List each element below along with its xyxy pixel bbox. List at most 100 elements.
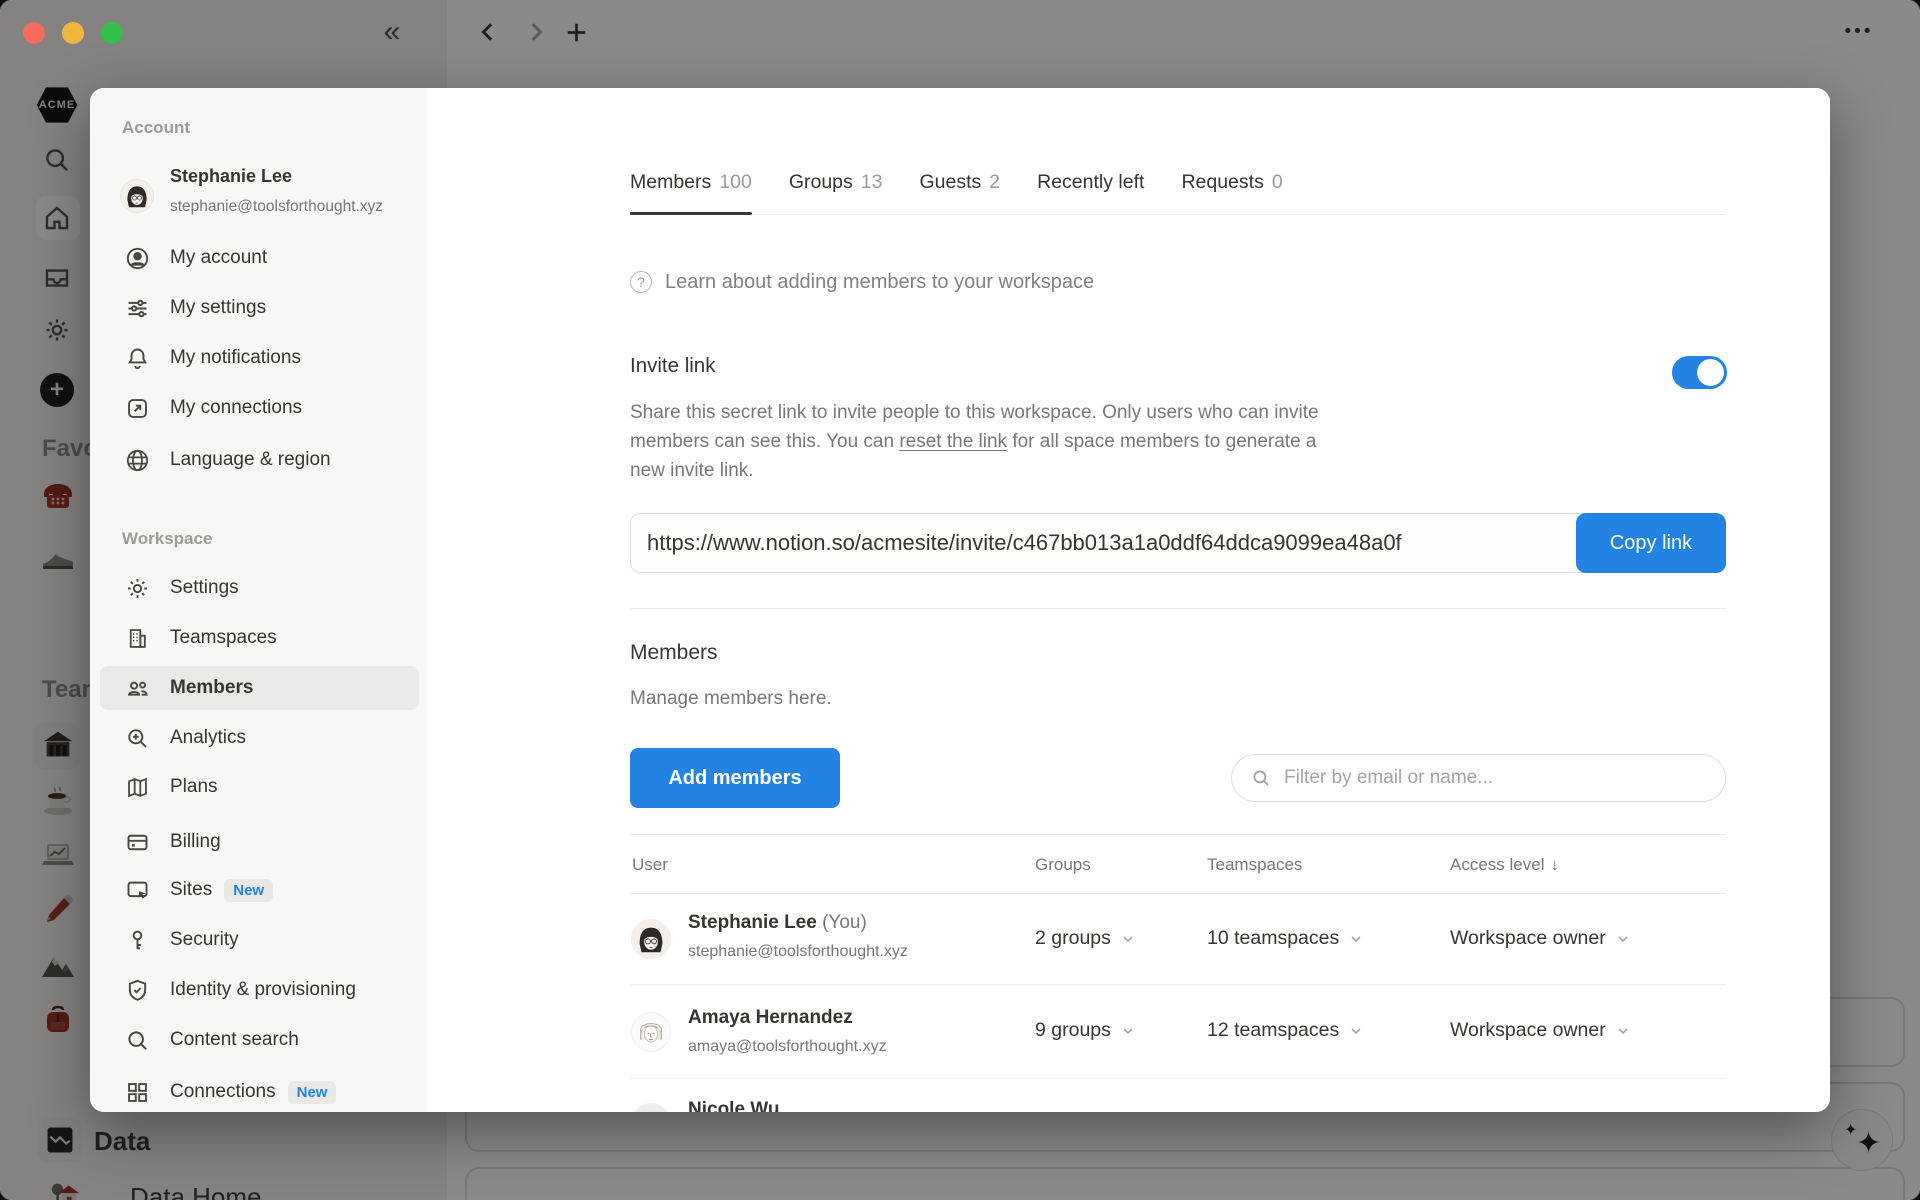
tab-label: Guests xyxy=(919,170,982,193)
profile-name: Stephanie Lee xyxy=(170,166,293,186)
nav-item-label: Sites xyxy=(170,879,213,900)
zoom-window-icon[interactable] xyxy=(101,22,123,44)
nav-item-settings[interactable]: Settings xyxy=(100,566,419,610)
key-icon xyxy=(122,925,153,956)
toggle-knob xyxy=(1697,359,1724,386)
tab-count: 2 xyxy=(989,170,1001,193)
nav-item-label: Teamspaces xyxy=(170,627,277,648)
nav-item-my-settings[interactable]: My settings xyxy=(100,286,419,330)
tab-count: 100 xyxy=(719,170,752,193)
nav-item-label: My connections xyxy=(170,397,303,418)
nav-item-members[interactable]: Members xyxy=(100,666,419,710)
nav-item-my-connections[interactable]: My connections xyxy=(100,386,419,430)
magnifier-plus-icon xyxy=(122,723,153,754)
nav-item-label: Billing xyxy=(170,831,221,852)
nav-item-label: Settings xyxy=(170,577,239,598)
nav-item-identity-provisioning[interactable]: Identity & provisioning xyxy=(100,968,419,1012)
nav-item-security[interactable]: Security xyxy=(100,918,419,962)
avatar[interactable] xyxy=(121,180,153,212)
tab-recently-left[interactable]: Recently left xyxy=(1037,150,1144,214)
avatar xyxy=(632,920,670,958)
teamspaces-dropdown[interactable]: 12 teamspaces xyxy=(1207,1019,1363,1042)
search-icon xyxy=(122,1025,153,1056)
nav-item-analytics[interactable]: Analytics xyxy=(100,716,419,760)
tab-count: 0 xyxy=(1271,170,1283,193)
nav-item-label: Plans xyxy=(170,776,218,797)
chevron-down-icon xyxy=(1121,1024,1135,1038)
bell-icon xyxy=(122,343,153,374)
tab-members[interactable]: Members 100 xyxy=(630,150,752,215)
gear-icon xyxy=(122,573,153,604)
search-icon xyxy=(1250,767,1272,789)
member-name: Amaya Hernandez xyxy=(688,1007,853,1028)
chevron-down-icon xyxy=(1616,1024,1630,1038)
close-window-icon[interactable] xyxy=(23,22,45,44)
members-section-subtitle: Manage members here. xyxy=(630,688,832,709)
sliders-icon xyxy=(122,293,153,324)
sort-desc-icon: ↓ xyxy=(1550,855,1559,874)
nav-item-my-notifications[interactable]: My notifications xyxy=(100,336,419,380)
learn-link-text: Learn about adding members to your works… xyxy=(665,270,1095,293)
new-badge: New xyxy=(224,878,274,902)
copy-link-button[interactable]: Copy link xyxy=(1576,513,1726,573)
shield-check-icon xyxy=(122,975,153,1006)
nav-item-label: Connections xyxy=(170,1081,276,1102)
tab-label: Requests xyxy=(1181,170,1264,193)
reset-link[interactable]: reset the link xyxy=(899,431,1007,452)
tab-count: 13 xyxy=(860,170,883,193)
section-divider xyxy=(630,608,1726,609)
filter-placeholder: Filter by email or name... xyxy=(1284,767,1494,788)
nav-item-my-account[interactable]: My account xyxy=(100,236,419,280)
grid-icon xyxy=(122,1077,153,1108)
chevron-down-icon xyxy=(1121,932,1135,946)
member-filter-input[interactable]: Filter by email or name... xyxy=(1231,754,1726,802)
members-tabs: Members 100 Groups 13 Guests 2 Recently lef… xyxy=(630,150,1726,215)
invite-link-toggle[interactable] xyxy=(1672,356,1727,389)
settings-content: Members 100 Groups 13 Guests 2 Recently lef… xyxy=(427,88,1830,1112)
nav-item-label: Identity & provisioning xyxy=(170,979,356,1000)
invite-link-title: Invite link xyxy=(630,354,716,377)
invite-desc-line3: new invite link. xyxy=(630,460,754,481)
tab-label: Recently left xyxy=(1037,170,1145,193)
invite-url-text: https://www.notion.so/acmesite/invite/c4… xyxy=(647,530,1402,555)
nav-item-teamspaces[interactable]: Teamspaces xyxy=(100,616,419,660)
tab-requests[interactable]: Requests 0 xyxy=(1181,150,1282,214)
minimize-window-icon[interactable] xyxy=(62,22,84,44)
building-icon xyxy=(122,623,153,654)
credit-card-icon xyxy=(122,827,153,858)
member-email: stephanie@toolsforthought.xyz xyxy=(688,943,908,960)
chevron-down-icon xyxy=(1616,932,1630,946)
new-badge: New xyxy=(287,1080,337,1104)
learn-link[interactable]: ? Learn about adding members to your wor… xyxy=(630,268,1094,296)
chevron-down-icon xyxy=(1349,1024,1363,1038)
settings-nav: Account Stephanie Lee stephanie@toolsfor… xyxy=(90,88,427,1112)
nav-item-sites[interactable]: Sites New xyxy=(100,868,419,912)
groups-dropdown[interactable]: 2 groups xyxy=(1035,927,1135,950)
avatar xyxy=(632,1013,670,1051)
nav-item-language-region[interactable]: Language & region xyxy=(100,438,419,482)
help-icon: ? xyxy=(630,271,652,293)
member-name: Nicole Wu xyxy=(688,1099,780,1112)
people-icon xyxy=(122,673,153,704)
member-row: Nicole Wu xyxy=(630,1079,1726,1112)
tab-guests[interactable]: Guests 2 xyxy=(919,150,1000,214)
invite-url-field[interactable]: https://www.notion.so/acmesite/invite/c4… xyxy=(630,513,1726,573)
member-row: Stephanie Lee (You) stephanie@toolsforth… xyxy=(630,894,1726,985)
members-section-title: Members xyxy=(630,641,718,664)
nav-item-plans[interactable]: Plans xyxy=(100,765,419,809)
nav-item-label: Language & region xyxy=(170,449,331,470)
nav-item-content-search[interactable]: Content search xyxy=(100,1018,419,1062)
access-level-dropdown[interactable]: Workspace owner xyxy=(1450,927,1630,950)
person-circle-icon xyxy=(122,243,153,274)
nav-item-billing[interactable]: Billing xyxy=(100,820,419,864)
nav-item-connections[interactable]: Connections New xyxy=(100,1070,419,1112)
globe-icon xyxy=(122,445,153,476)
nav-item-label: My account xyxy=(170,247,268,268)
members-table: User Groups Teamspaces Access level ↓ Ste… xyxy=(630,834,1726,1112)
groups-dropdown[interactable]: 9 groups xyxy=(1035,1019,1135,1042)
col-access-level[interactable]: Access level ↓ xyxy=(1450,855,1559,875)
teamspaces-dropdown[interactable]: 10 teamspaces xyxy=(1207,927,1363,950)
add-members-button[interactable]: Add members xyxy=(630,748,840,808)
tab-groups[interactable]: Groups 13 xyxy=(789,150,883,214)
access-level-dropdown[interactable]: Workspace owner xyxy=(1450,1019,1630,1042)
